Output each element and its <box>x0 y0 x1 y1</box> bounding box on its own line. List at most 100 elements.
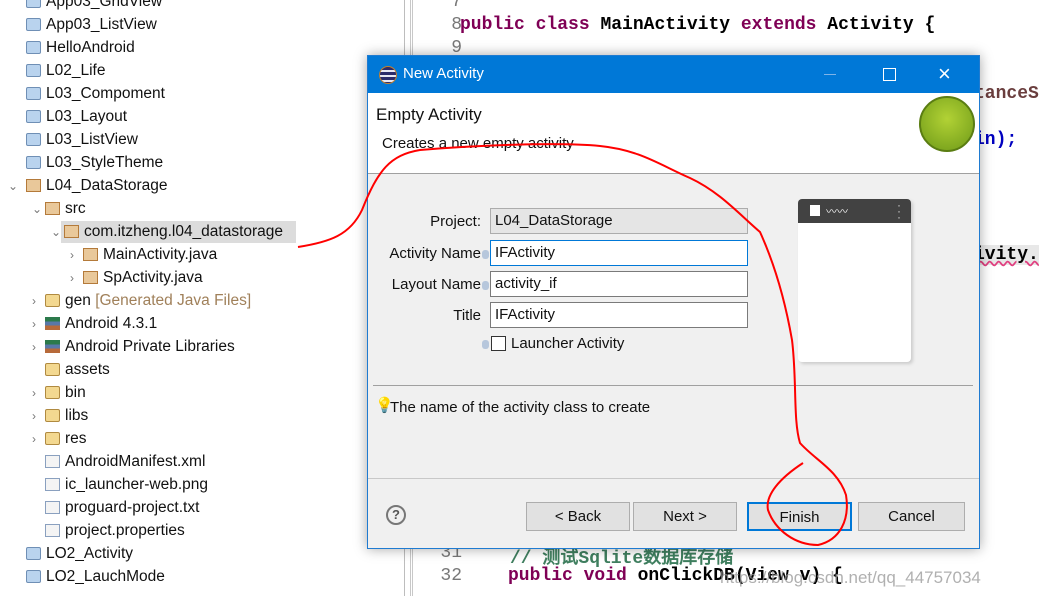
close-icon[interactable]: × <box>938 61 951 87</box>
tree-item[interactable]: App03_ListView <box>26 14 157 36</box>
keyword: public void <box>508 566 638 586</box>
tree-item[interactable]: HelloAndroid <box>26 37 135 59</box>
chevron-right-icon[interactable]: › <box>70 244 74 266</box>
tree-item[interactable]: ⌄ src <box>32 198 86 220</box>
tree-item-label: SpActivity.java <box>103 269 203 286</box>
activity-name-input[interactable]: IFActivity <box>490 240 748 266</box>
chevron-right-icon[interactable]: › <box>32 313 36 335</box>
tree-item-label: L03_Layout <box>46 108 128 125</box>
chevron-right-icon[interactable]: › <box>32 290 36 312</box>
folder-warning-icon <box>45 432 60 445</box>
tree-item[interactable]: › bin <box>32 382 86 404</box>
tree-item-label: ic_launcher-web.png <box>65 476 209 493</box>
file-icon <box>45 501 60 514</box>
tree-item-label: App03_ListView <box>46 16 157 33</box>
package-explorer: App03_GridView App03_ListView HelloAndroid… <box>0 0 405 596</box>
next-button[interactable]: Next > <box>633 502 737 531</box>
tree-item[interactable]: › Android Private Libraries <box>32 336 235 358</box>
chevron-down-icon[interactable]: ⌄ <box>51 221 61 243</box>
launcher-activity-checkbox[interactable] <box>491 336 506 351</box>
chevron-down-icon[interactable]: ⌄ <box>32 198 42 220</box>
tree-item-label: res <box>65 430 87 447</box>
gen-folder-icon <box>45 294 60 307</box>
tree-item[interactable]: › libs <box>32 405 89 427</box>
tree-item[interactable]: AndroidManifest.xml <box>45 451 205 473</box>
project-folder-icon <box>26 18 41 31</box>
tree-item[interactable]: assets <box>45 359 110 381</box>
wizard-header: Empty Activity Creates a new empty activ… <box>368 93 979 174</box>
tree-item[interactable]: L03_Layout <box>26 106 128 128</box>
dialog-titlebar[interactable]: New Activity × <box>368 56 979 93</box>
chevron-right-icon[interactable]: › <box>32 336 36 358</box>
tree-item[interactable]: › Android 4.3.1 <box>32 313 157 335</box>
chevron-down-icon[interactable]: ⌄ <box>8 175 18 197</box>
tree-item[interactable]: ic_launcher-web.png <box>45 474 209 496</box>
wizard-description: Creates a new empty activity <box>382 135 574 152</box>
tree-item-label: L03_ListView <box>46 131 138 148</box>
tree-item-label: Android Private Libraries <box>65 338 235 355</box>
identifier: Activity { <box>827 15 936 35</box>
tree-item[interactable]: ⌄ com.itzheng.l04_datastorage <box>51 221 296 243</box>
source-folder-error-icon <box>45 202 60 215</box>
library-icon <box>45 317 60 330</box>
library-icon <box>45 340 60 353</box>
tree-item[interactable]: › res <box>32 428 87 450</box>
chevron-right-icon[interactable]: › <box>32 428 36 450</box>
tree-item[interactable]: L03_Compoment <box>26 83 165 105</box>
chevron-right-icon[interactable]: › <box>32 382 36 404</box>
folder-icon <box>45 386 60 399</box>
folder-icon <box>45 409 60 422</box>
wizard-heading: Empty Activity <box>376 105 482 124</box>
layout-name-label: Layout Name <box>391 276 481 293</box>
project-select[interactable]: L04_DataStorage <box>490 208 748 234</box>
watermark: https://blog.csdn.net/qq_44757034 <box>720 568 981 587</box>
chevron-right-icon[interactable]: › <box>70 267 74 289</box>
chevron-right-icon[interactable]: › <box>32 405 36 427</box>
layout-name-input[interactable]: activity_if <box>490 271 748 297</box>
tree-item-label: com.itzheng.l04_datastorage <box>84 223 284 240</box>
tree-item[interactable]: › MainActivity.java <box>70 244 217 266</box>
project-folder-icon <box>26 41 41 54</box>
tree-item-label: src <box>65 200 86 217</box>
tree-item[interactable]: LO2_Activity <box>26 543 133 565</box>
tree-item[interactable]: project.properties <box>45 520 185 542</box>
divider <box>368 478 979 479</box>
tree-item[interactable]: proguard-project.txt <box>45 497 199 519</box>
project-folder-icon <box>26 570 41 583</box>
tree-item[interactable]: ⌄ L04_DataStorage <box>8 175 168 197</box>
overflow-menu-icon: · · · <box>897 198 901 224</box>
help-icon[interactable]: ? <box>386 505 406 525</box>
project-folder-icon <box>26 64 41 77</box>
tree-item[interactable]: L03_StyleTheme <box>26 152 163 174</box>
line-number: 7 <box>451 0 462 12</box>
keyword: extends <box>740 15 828 35</box>
tree-item[interactable]: App03_GridView <box>26 0 163 13</box>
line-number: 32 <box>440 566 462 586</box>
tree-item-label: App03_GridView <box>46 0 163 10</box>
cancel-button[interactable]: Cancel <box>858 502 965 531</box>
dialog-title: New Activity <box>403 65 484 82</box>
tree-item[interactable]: L03_ListView <box>26 129 138 151</box>
line-number: 8 <box>451 15 462 35</box>
tree-item-label: bin <box>65 384 86 401</box>
tree-item[interactable]: LO2_LauchMode <box>26 566 165 588</box>
tree-item-label: L04_DataStorage <box>46 177 168 194</box>
tree-item-label: libs <box>65 407 89 424</box>
tree-item[interactable]: › SpActivity.java <box>70 267 203 289</box>
code-line-8: public class MainActivity extends Activi… <box>460 15 935 35</box>
folder-icon <box>45 363 60 376</box>
info-icon <box>482 340 489 349</box>
android-logo-icon <box>919 96 975 152</box>
title-input[interactable]: IFActivity <box>490 302 748 328</box>
code-fragment: in); <box>974 130 1018 150</box>
tree-item[interactable]: L02_Life <box>26 60 105 82</box>
android-project-error-icon <box>26 179 41 192</box>
launcher-activity-label: Launcher Activity <box>511 335 625 352</box>
back-button[interactable]: < Back <box>526 502 630 531</box>
minimize-icon[interactable] <box>824 74 836 75</box>
tree-item-decoration: [Generated Java Files] <box>95 292 252 309</box>
maximize-icon[interactable] <box>883 68 896 81</box>
project-label: Project: <box>430 213 481 230</box>
finish-button[interactable]: Finish <box>747 502 852 531</box>
tree-item[interactable]: › gen [Generated Java Files] <box>32 290 252 312</box>
